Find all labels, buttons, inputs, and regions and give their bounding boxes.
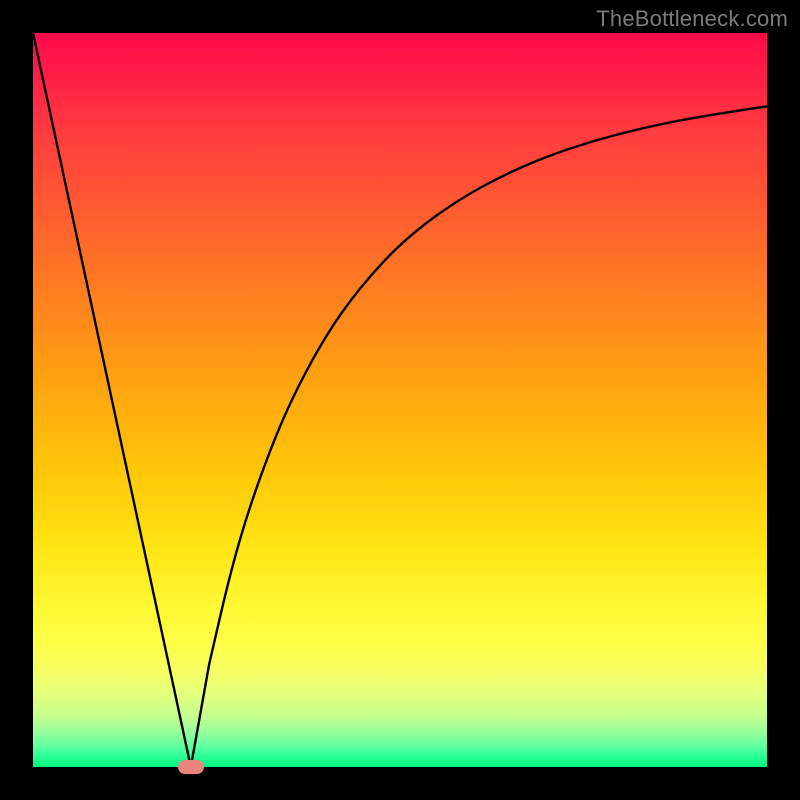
minimum-marker: [178, 760, 204, 774]
bottleneck-curve: [33, 33, 767, 767]
chart-frame: TheBottleneck.com: [0, 0, 800, 800]
watermark-text: TheBottleneck.com: [596, 6, 788, 32]
curve-path: [33, 33, 767, 767]
plot-area: [33, 33, 767, 767]
